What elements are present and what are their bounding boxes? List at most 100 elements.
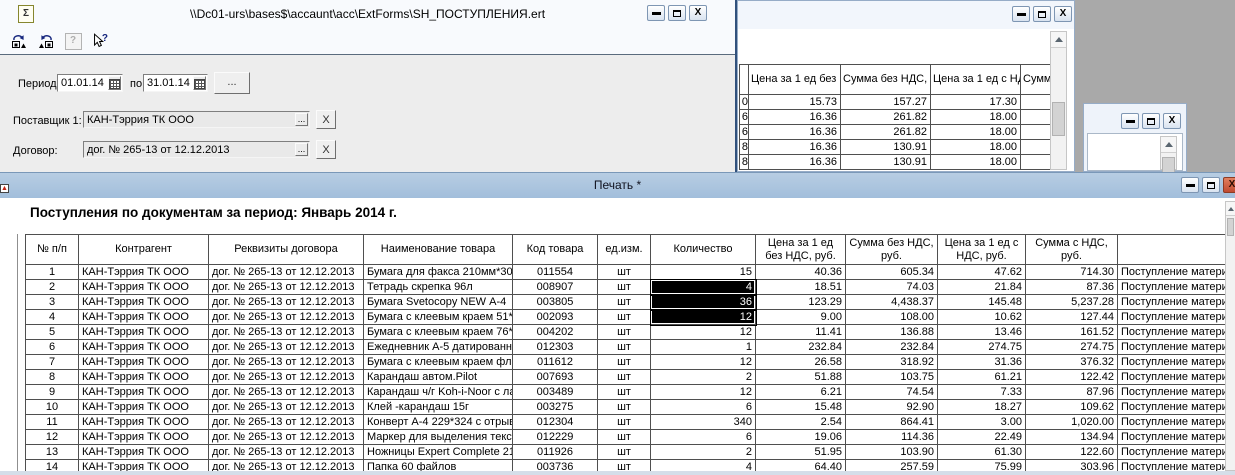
cell-item[interactable]: Бумага для факса 210мм*30* — [364, 265, 513, 280]
back-cell[interactable] — [1021, 140, 1051, 155]
cell-contragent[interactable]: КАН-Тэррия ТК ООО — [79, 370, 209, 385]
cell-contragent[interactable]: КАН-Тэррия ТК ООО — [79, 310, 209, 325]
cell-qty[interactable]: 1 — [651, 340, 756, 355]
cell-code[interactable]: 004202 — [513, 325, 598, 340]
cell-item[interactable]: Тетрадь скрепка 96л — [364, 280, 513, 295]
cell-contragent[interactable]: КАН-Тэррия ТК ООО — [79, 445, 209, 460]
cell-num[interactable]: 13 — [26, 445, 79, 460]
cell-contract[interactable]: дог. № 265-13 от 12.12.2013 — [209, 310, 364, 325]
cell-code[interactable]: 012229 — [513, 430, 598, 445]
scroll-up-button[interactable] — [1226, 202, 1235, 216]
window-titlebar[interactable]: X — [1084, 104, 1186, 133]
cell-price-vat[interactable]: 10.62 — [938, 310, 1026, 325]
save-settings-icon[interactable] — [36, 32, 56, 50]
cell-contragent[interactable]: КАН-Тэррия ТК ООО — [79, 340, 209, 355]
back-cell[interactable]: 0 — [740, 95, 749, 110]
cell-num[interactable]: 8 — [26, 370, 79, 385]
back-cell[interactable]: 8 — [740, 140, 749, 155]
cell-unit[interactable]: шт — [598, 370, 651, 385]
cell-price[interactable]: 15.48 — [756, 400, 846, 415]
cell-price[interactable]: 232.84 — [756, 340, 846, 355]
minimize-button[interactable] — [1121, 113, 1139, 129]
contract-clear-button[interactable]: X — [316, 140, 336, 159]
cell-qty[interactable]: 12 — [651, 385, 756, 400]
back-cell[interactable]: 8 — [740, 155, 749, 170]
cell-price[interactable]: 51.88 — [756, 370, 846, 385]
cell-contract[interactable]: дог. № 265-13 от 12.12.2013 — [209, 325, 364, 340]
scroll-up-button[interactable] — [1161, 137, 1176, 153]
calendar-button[interactable] — [193, 76, 206, 90]
cell-unit[interactable]: шт — [598, 385, 651, 400]
cell-note[interactable]: Поступление матери — [1118, 355, 1227, 370]
cell-num[interactable]: 12 — [26, 430, 79, 445]
cell-price[interactable]: 123.29 — [756, 295, 846, 310]
cell-price-vat[interactable]: 61.21 — [938, 370, 1026, 385]
back-cell[interactable] — [1021, 95, 1051, 110]
cell-contragent[interactable]: КАН-Тэррия ТК ООО — [79, 295, 209, 310]
cell-sum[interactable]: 92.90 — [846, 400, 938, 415]
cell-sum[interactable]: 114.36 — [846, 430, 938, 445]
back-cell[interactable]: 130.91 — [841, 140, 931, 155]
maximize-button[interactable] — [1202, 177, 1220, 193]
selected-cell-qty[interactable]: 36 — [651, 295, 756, 310]
cell-contragent[interactable]: КАН-Тэррия ТК ООО — [79, 265, 209, 280]
maximize-button[interactable] — [1033, 6, 1051, 22]
cell-contragent[interactable]: КАН-Тэррия ТК ООО — [79, 325, 209, 340]
cell-sum-vat[interactable]: 109.62 — [1026, 400, 1118, 415]
help-icon[interactable]: ? — [63, 32, 83, 50]
cell-unit[interactable]: шт — [598, 355, 651, 370]
back-cell[interactable]: 16.36 — [749, 155, 841, 170]
cell-sum-vat[interactable]: 127.44 — [1026, 310, 1118, 325]
close-button[interactable]: X — [1163, 113, 1181, 129]
cell-sum-vat[interactable]: 5,237.28 — [1026, 295, 1118, 310]
cell-unit[interactable]: шт — [598, 445, 651, 460]
cell-price[interactable]: 40.36 — [756, 265, 846, 280]
cell-note[interactable]: Поступление матери — [1118, 310, 1227, 325]
scroll-up-button[interactable] — [1051, 32, 1066, 48]
cell-note[interactable]: Поступление матери — [1118, 340, 1227, 355]
minimize-button[interactable] — [1012, 6, 1030, 22]
cell-note[interactable]: Поступление матери — [1118, 295, 1227, 310]
cell-contract[interactable]: дог. № 265-13 от 12.12.2013 — [209, 415, 364, 430]
load-settings-icon[interactable] — [9, 32, 29, 50]
cell-price-vat[interactable]: 18.27 — [938, 400, 1026, 415]
close-button[interactable]: X — [1223, 177, 1235, 193]
close-button[interactable]: X — [689, 5, 707, 21]
cell-num[interactable]: 5 — [26, 325, 79, 340]
cell-item[interactable]: Клей -карандаш 15г — [364, 400, 513, 415]
cell-sum[interactable]: 103.75 — [846, 370, 938, 385]
period-from-input[interactable]: 01.01.14 — [57, 74, 123, 92]
cell-unit[interactable]: шт — [598, 400, 651, 415]
cell-item[interactable]: Бумага Svetocopy NEW А-4 — [364, 295, 513, 310]
cell-unit[interactable]: шт — [598, 415, 651, 430]
back-cell[interactable]: 18.00 — [931, 155, 1021, 170]
selected-cell-qty[interactable]: 12 — [651, 310, 756, 325]
vertical-scrollbar[interactable] — [1160, 136, 1177, 170]
cell-price-vat[interactable]: 61.30 — [938, 445, 1026, 460]
supplier-clear-button[interactable]: X — [316, 110, 336, 129]
cell-note[interactable]: Поступление матери — [1118, 415, 1227, 430]
back-cell[interactable]: 16.36 — [749, 140, 841, 155]
contract-browse-button[interactable]: ... — [295, 143, 308, 156]
cell-item[interactable]: Маркер для выделения текст — [364, 430, 513, 445]
cell-sum[interactable]: 4,438.37 — [846, 295, 938, 310]
calendar-button[interactable] — [108, 76, 121, 90]
cell-num[interactable]: 7 — [26, 355, 79, 370]
cell-unit[interactable]: шт — [598, 340, 651, 355]
back-cell[interactable]: 157.27 — [841, 95, 931, 110]
cell-sum-vat[interactable]: 376.32 — [1026, 355, 1118, 370]
cell-price[interactable]: 26.58 — [756, 355, 846, 370]
cell-code[interactable]: 011926 — [513, 445, 598, 460]
cell-code[interactable]: 003805 — [513, 295, 598, 310]
back-cell[interactable]: 18.00 — [931, 140, 1021, 155]
cell-item[interactable]: Карандаш ч/г Koh-i-Noor с лас — [364, 385, 513, 400]
cell-num[interactable]: 11 — [26, 415, 79, 430]
cell-qty[interactable]: 12 — [651, 355, 756, 370]
cell-qty[interactable]: 2 — [651, 445, 756, 460]
cell-code[interactable]: 012304 — [513, 415, 598, 430]
cell-note[interactable]: Поступление матери — [1118, 385, 1227, 400]
cell-sum[interactable]: 74.03 — [846, 280, 938, 295]
cell-price[interactable]: 9.00 — [756, 310, 846, 325]
maximize-button[interactable] — [1142, 113, 1160, 129]
scrollbar-thumb[interactable] — [1052, 102, 1065, 136]
